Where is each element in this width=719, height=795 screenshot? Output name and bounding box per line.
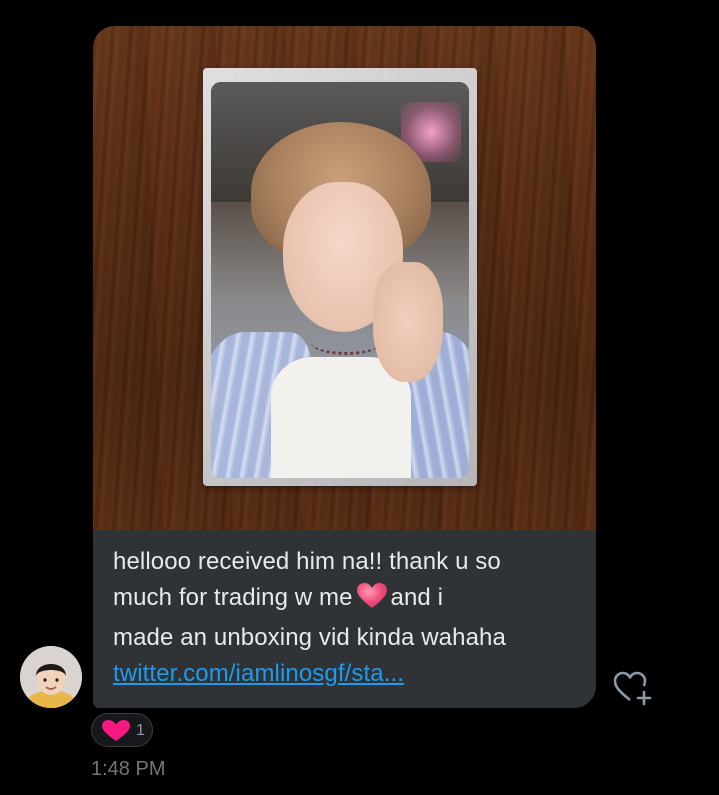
attached-photo[interactable]: [93, 26, 596, 530]
message-link[interactable]: twitter.com/iamlinosgf/sta...: [113, 660, 404, 687]
message-line-2-text: much for trading w me: [113, 584, 353, 611]
add-reaction-button[interactable]: [612, 668, 652, 708]
message-bubble[interactable]: hellooo received him na!! thank u so muc…: [93, 26, 596, 708]
avatar-image: [20, 646, 82, 708]
message-text: hellooo received him na!! thank u so muc…: [113, 544, 581, 692]
message-line-1: hellooo received him na!! thank u so: [113, 548, 501, 575]
message-line-3: made an unboxing vid kinda wahaha: [113, 624, 506, 651]
dm-conversation: hellooo received him na!! thank u so muc…: [0, 0, 719, 795]
photocard-sleeve: [203, 68, 477, 486]
message-line-2: much for trading w me and i: [113, 580, 581, 620]
reaction-count: 1: [136, 722, 145, 739]
heart-emoji-icon: [356, 583, 387, 620]
message-line-2-tail: and i: [390, 584, 444, 611]
reaction-badge[interactable]: 1: [91, 713, 153, 747]
message-timestamp: 1:48 PM: [91, 758, 166, 780]
heart-plus-icon: [613, 671, 652, 706]
heart-icon: [102, 720, 130, 747]
sender-avatar[interactable]: [20, 646, 82, 708]
photocard-image: [211, 82, 469, 478]
